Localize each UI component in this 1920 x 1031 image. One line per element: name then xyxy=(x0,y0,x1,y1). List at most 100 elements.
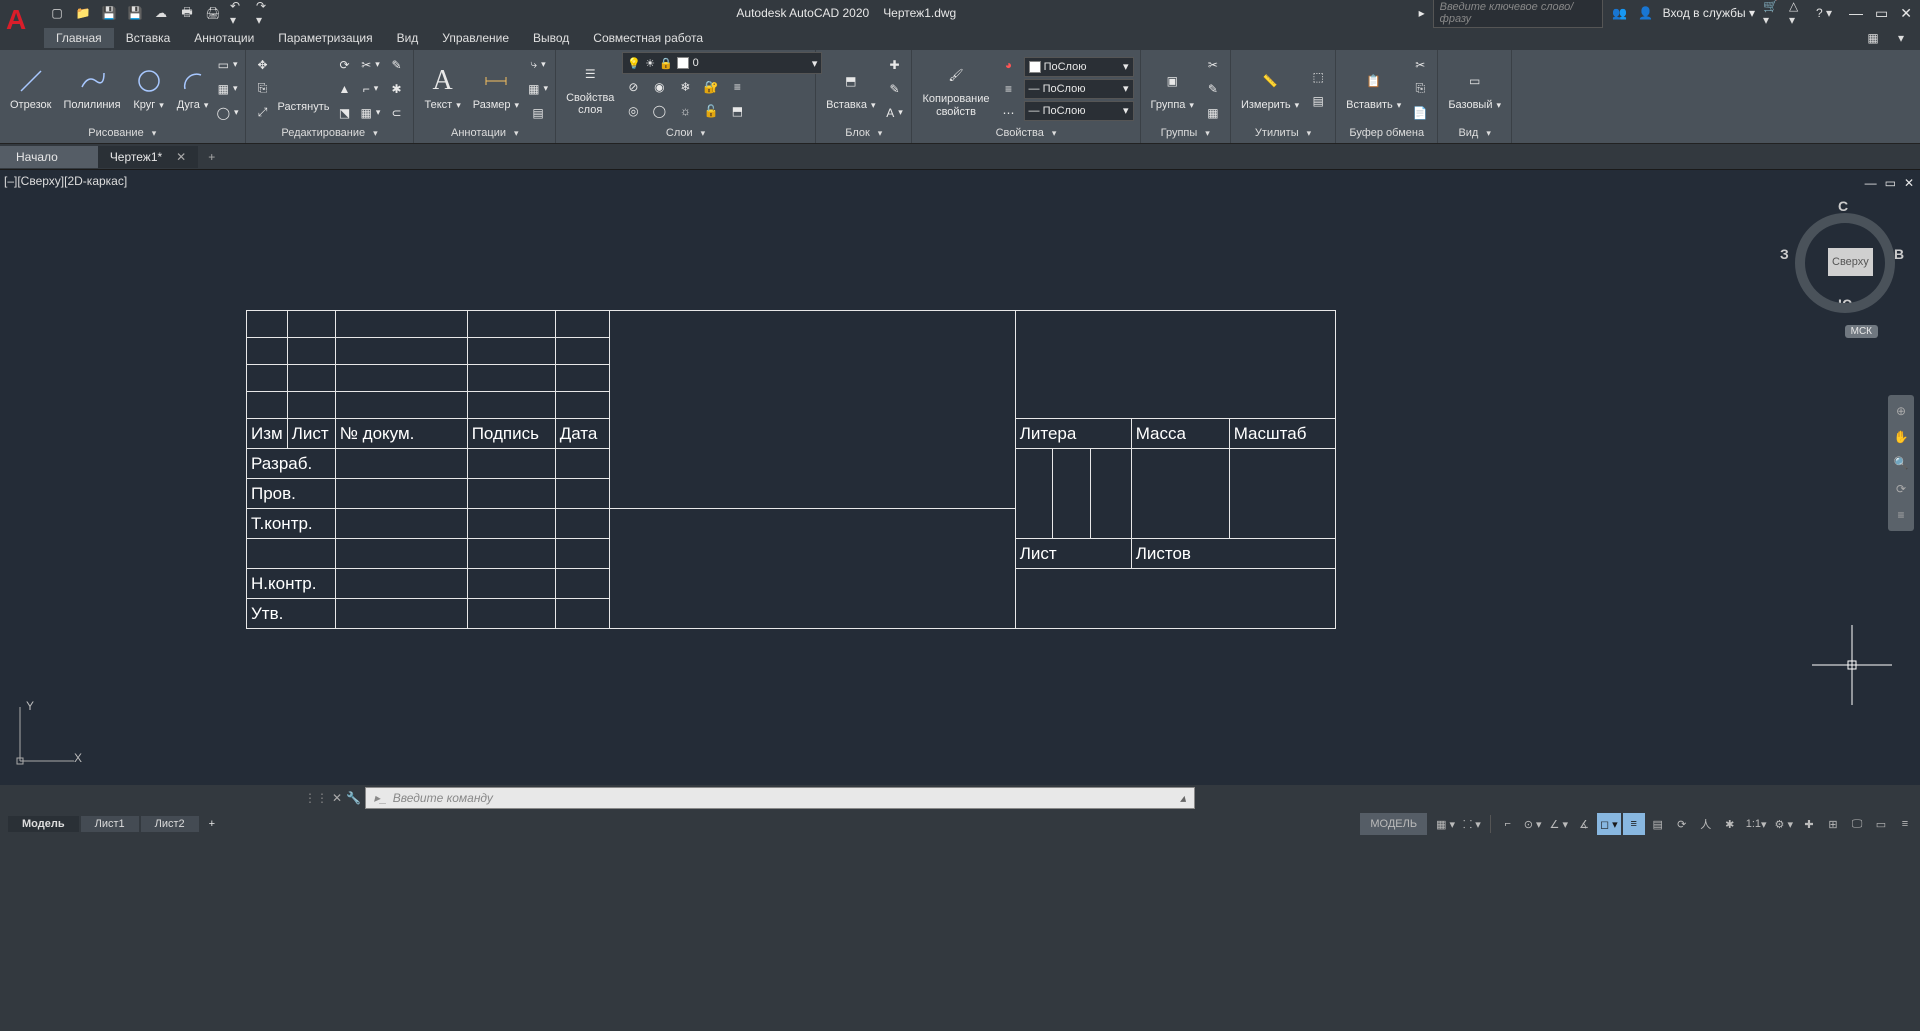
vc-top-face[interactable]: Сверху xyxy=(1828,248,1873,276)
group-sel-icon[interactable]: ▦ xyxy=(1202,102,1224,124)
snap-icon[interactable]: ⸬ ▾ xyxy=(1460,813,1484,835)
layer-match-icon[interactable]: ≡ xyxy=(726,76,748,98)
command-input[interactable]: ▸_ Введите команду ▴ xyxy=(365,787,1195,809)
cycle-icon[interactable]: ⟳ xyxy=(1671,813,1693,835)
circle-button[interactable]: Круг xyxy=(129,63,169,113)
layer-uniso-icon[interactable]: ◯ xyxy=(648,100,670,122)
close-button[interactable]: ✕ xyxy=(1900,5,1912,22)
add-layout-button[interactable]: + xyxy=(201,816,223,832)
offset-icon[interactable]: ⊂ xyxy=(385,102,407,124)
insert-block-button[interactable]: ⬒Вставка xyxy=(822,63,879,113)
drawing-canvas[interactable]: [–][Сверху][2D-каркас] — ▭ ✕ С З В Ю Све… xyxy=(0,170,1920,785)
panel-label-groups[interactable]: Группы xyxy=(1147,125,1224,141)
annoscale-icon[interactable]: 人 xyxy=(1695,813,1717,835)
open-icon[interactable]: 📁 xyxy=(74,4,92,22)
mirror-icon[interactable]: ▲ xyxy=(333,78,355,100)
cmd-history-icon[interactable]: ▴ xyxy=(1180,791,1186,805)
move-icon[interactable]: ✥ xyxy=(252,54,274,76)
ellipse-icon[interactable]: ◯ xyxy=(217,102,239,124)
tab-home[interactable]: Главная xyxy=(44,28,114,48)
iso-icon[interactable]: ∠ ▾ xyxy=(1547,813,1571,835)
vc-west[interactable]: З xyxy=(1780,246,1789,262)
lweight-status-icon[interactable]: ≡ xyxy=(1623,813,1645,835)
start-tab[interactable]: Начало xyxy=(0,146,98,168)
cmd-grip-icon[interactable]: ⋮⋮ xyxy=(304,791,328,805)
tab-param[interactable]: Параметризация xyxy=(266,28,384,48)
polar-icon[interactable]: ⊙ ▾ xyxy=(1521,813,1545,835)
cart-icon[interactable]: 🛒 ▾ xyxy=(1763,4,1781,22)
model-tab[interactable]: Модель xyxy=(8,816,79,832)
otrack-icon[interactable]: ∡ xyxy=(1573,813,1595,835)
ltype-combo[interactable]: — ПоСлою▾ xyxy=(1024,101,1134,121)
vp-minimize-icon[interactable]: — xyxy=(1865,176,1877,190)
infocenter-icon[interactable]: 👥 xyxy=(1611,4,1629,22)
vc-east[interactable]: В xyxy=(1894,246,1904,262)
qp-icon[interactable]: ⊞ xyxy=(1822,813,1844,835)
copy2-icon[interactable]: ⎘ xyxy=(1409,78,1431,100)
cut-icon[interactable]: ✂ xyxy=(1409,54,1431,76)
layer-props-button[interactable]: ☰Свойства слоя xyxy=(562,56,618,118)
select-icon[interactable]: ⬚ xyxy=(1307,66,1329,88)
user-icon[interactable]: 👤 xyxy=(1637,4,1655,22)
panel-label-layers[interactable]: Слои xyxy=(562,125,809,141)
pan-icon[interactable]: ✋ xyxy=(1891,427,1911,447)
mtext-icon[interactable]: ▤ xyxy=(527,102,549,124)
layer-on-icon[interactable]: ◎ xyxy=(622,100,644,122)
erase-icon[interactable]: ✎ xyxy=(385,54,407,76)
layer-unlock-icon[interactable]: 🔓 xyxy=(700,100,722,122)
attr-icon[interactable]: A xyxy=(883,102,905,124)
panel-label-draw[interactable]: Рисование xyxy=(6,125,239,141)
hw-icon[interactable]: 🖵 xyxy=(1846,813,1868,835)
panel-label-block[interactable]: Блок xyxy=(822,125,905,141)
viewport-label[interactable]: [–][Сверху][2D-каркас] xyxy=(4,174,127,188)
lweight-combo[interactable]: — ПоСлою▾ xyxy=(1024,79,1134,99)
base-view-button[interactable]: ▭Базовый xyxy=(1444,63,1505,113)
vc-north[interactable]: С xyxy=(1838,198,1848,214)
layer-thaw-icon[interactable]: ☼ xyxy=(674,100,696,122)
group-button[interactable]: ▣Группа xyxy=(1147,63,1198,113)
layer-iso-icon[interactable]: ◉ xyxy=(648,76,670,98)
vp-restore-icon[interactable]: ▭ xyxy=(1885,176,1896,190)
showui-icon[interactable]: ≡ xyxy=(1891,505,1911,525)
layer-lock2-icon[interactable]: 🔐 xyxy=(700,76,722,98)
print-icon[interactable]: 🖨 xyxy=(204,4,222,22)
tab-output[interactable]: Вывод xyxy=(521,28,581,48)
saveas-icon[interactable]: 💾 xyxy=(126,4,144,22)
create-block-icon[interactable]: ✚ xyxy=(883,54,905,76)
layer-freeze-icon[interactable]: ❄ xyxy=(674,76,696,98)
ribbon-min-icon[interactable]: ▾ xyxy=(1892,29,1910,47)
lweight-icon[interactable]: ≡ xyxy=(998,78,1020,100)
new-icon[interactable]: ▢ xyxy=(48,4,66,22)
tab-manage[interactable]: Управление xyxy=(430,28,521,48)
search-input[interactable]: Введите ключевое слово/фразу xyxy=(1433,0,1603,28)
cmd-customize-icon[interactable]: 🔧 xyxy=(346,791,361,805)
panel-label-utils[interactable]: Утилиты xyxy=(1237,125,1329,141)
viewcube[interactable]: С З В Ю Сверху xyxy=(1790,198,1900,308)
cmd-close-icon[interactable]: ✕ xyxy=(332,791,342,805)
table-icon[interactable]: ▦ xyxy=(527,78,549,100)
panel-label-edit[interactable]: Редактирование xyxy=(252,125,408,141)
modelspace-button[interactable]: МОДЕЛЬ xyxy=(1360,813,1427,835)
rotate-icon[interactable]: ⟳ xyxy=(333,54,355,76)
close-tab-icon[interactable]: ✕ xyxy=(176,150,186,164)
ltype-icon[interactable]: ⋯ xyxy=(998,102,1020,124)
help-icon[interactable]: ? ▾ xyxy=(1815,4,1833,22)
scale-button[interactable]: 1:1 ▾ xyxy=(1743,813,1770,835)
line-button[interactable]: Отрезок xyxy=(6,63,55,113)
layer-cur-icon[interactable]: ⬒ xyxy=(726,100,748,122)
vp-close-icon[interactable]: ✕ xyxy=(1904,176,1914,190)
scale-icon[interactable]: ⬔ xyxy=(333,102,355,124)
restore-button[interactable]: ▭ xyxy=(1875,5,1888,22)
drawing-tab[interactable]: Чертеж1* ✕ xyxy=(98,146,198,168)
cleanscreen-icon[interactable]: ▭ xyxy=(1870,813,1892,835)
zoom-icon[interactable]: 🔍 xyxy=(1891,453,1911,473)
fillet-icon[interactable]: ⌐ xyxy=(359,78,381,100)
hatch-icon[interactable]: ▦ xyxy=(217,78,239,100)
wheel-icon[interactable]: ⊕ xyxy=(1891,401,1911,421)
featured-apps-icon[interactable]: ▦ xyxy=(1864,29,1882,47)
trim-icon[interactable]: ✂ xyxy=(359,54,381,76)
stretch-icon[interactable]: ⤢ xyxy=(252,102,274,124)
gear-icon[interactable]: ⚙ ▾ xyxy=(1772,813,1796,835)
group-edit-icon[interactable]: ✎ xyxy=(1202,78,1224,100)
redo-icon[interactable]: ↷ ▾ xyxy=(256,4,274,22)
